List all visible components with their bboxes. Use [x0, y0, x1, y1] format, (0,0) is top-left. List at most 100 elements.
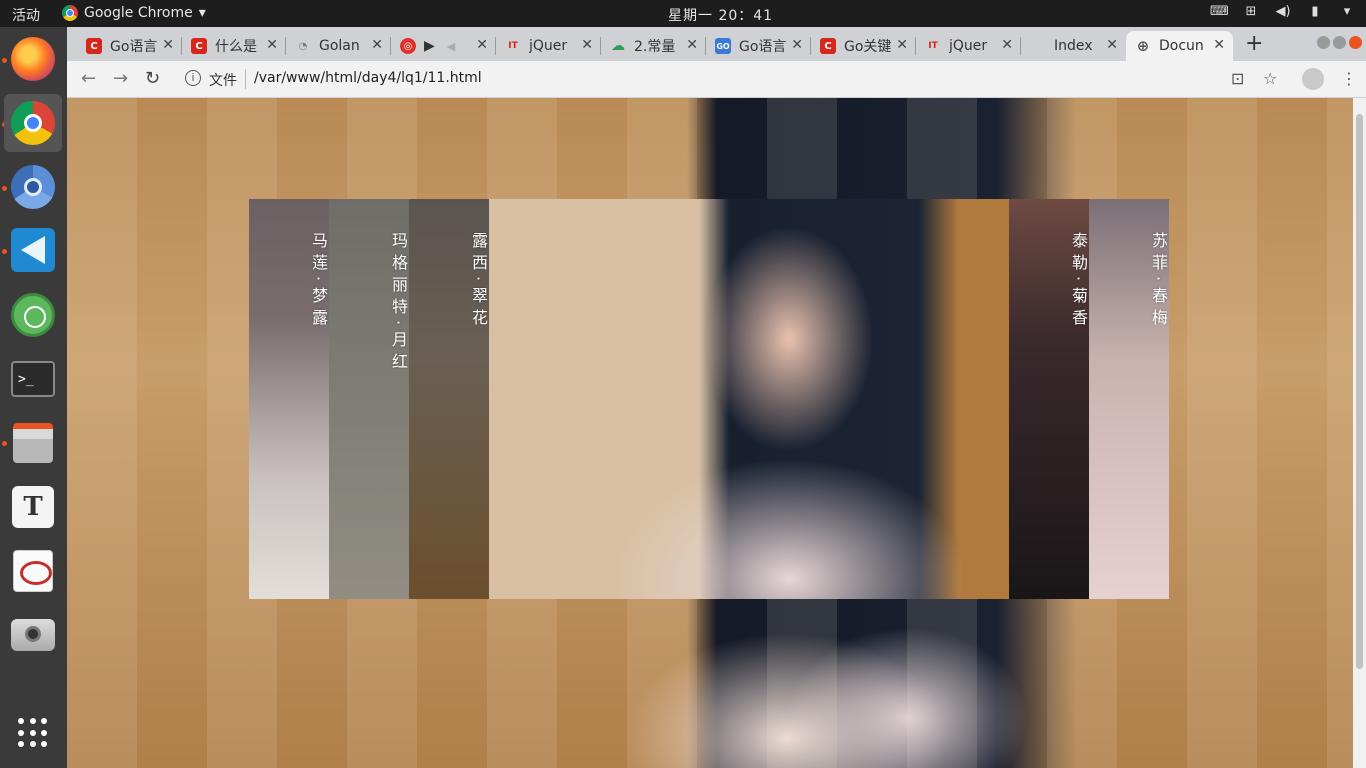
tab-title: Docun: [1159, 38, 1204, 54]
close-icon[interactable]: ✕: [1213, 37, 1225, 53]
vscode-icon: [11, 228, 55, 272]
close-icon[interactable]: ✕: [791, 37, 803, 53]
dock-item-chrome[interactable]: [4, 94, 62, 152]
tab-title: Go语言: [110, 39, 158, 55]
dock-item-text-editor[interactable]: T: [4, 478, 62, 536]
chrome-icon: [11, 101, 55, 145]
dock-item-firefox[interactable]: [4, 30, 62, 88]
accordion-gallery: 马莲·梦露 玛格丽特·月红 露西·翠花 泰勒·菊香 苏菲·春梅: [249, 199, 1169, 599]
audio-muted-icon[interactable]: ◀: [447, 40, 455, 53]
dock-item-vscode[interactable]: [4, 221, 62, 279]
forward-button[interactable]: →: [113, 68, 128, 89]
tab[interactable]: C 什么是 ✕: [182, 31, 286, 61]
show-apps-icon: [18, 718, 48, 748]
system-tray[interactable]: ⌨ ⊞ ◀) ▮ ▾: [1210, 4, 1356, 19]
gallery-panel[interactable]: 玛格丽特·月红: [329, 199, 409, 599]
bookmark-star-icon[interactable]: ☆: [1263, 69, 1277, 88]
battery-icon[interactable]: ▮: [1306, 4, 1324, 19]
panel-caption: 玛格丽特·月红: [389, 232, 408, 376]
tab-title: Golan: [319, 38, 360, 54]
tab-title: jQuer: [949, 38, 988, 54]
terminal-icon: >_: [11, 361, 55, 397]
scrollbar-thumb[interactable]: [1356, 114, 1363, 669]
back-button[interactable]: ←: [81, 68, 96, 89]
network-icon[interactable]: ⊞: [1242, 4, 1260, 19]
tab[interactable]: Index ✕: [1021, 31, 1126, 61]
page-background-image: 马莲·梦露 玛格丽特·月红 露西·翠花 泰勒·菊香 苏菲·春梅: [67, 98, 1353, 768]
browser-toolbar: ← → ↻ i 文件 /var/www/html/day4/lq1/11.htm…: [67, 61, 1366, 98]
close-window-button[interactable]: [1349, 36, 1362, 49]
panel-caption: 马莲·梦露: [309, 232, 328, 332]
maximize-button[interactable]: [1333, 36, 1346, 49]
gallery-panel-expanded[interactable]: [489, 199, 1009, 599]
close-icon[interactable]: ✕: [162, 37, 174, 53]
files-icon: [13, 423, 53, 463]
default-favicon-icon: [1030, 38, 1046, 54]
app-menu[interactable]: Google Chrome ▾: [62, 5, 206, 21]
dock-item-terminal[interactable]: >_: [4, 350, 62, 408]
info-icon[interactable]: i: [185, 70, 201, 86]
show-applications-button[interactable]: [4, 704, 62, 762]
tab[interactable]: ◔ Golan ✕: [286, 31, 391, 61]
text-editor-icon: T: [12, 486, 54, 528]
tab[interactable]: ◎ ▶ ◀ ✕: [391, 31, 496, 61]
clock[interactable]: 星期一 20：41: [668, 5, 773, 25]
tab-title: Go语言: [739, 39, 787, 55]
github-favicon-icon: ◔: [298, 40, 308, 52]
translate-icon[interactable]: ⊡: [1231, 69, 1244, 88]
gallery-panel[interactable]: 泰勒·菊香: [1009, 199, 1089, 599]
dock-item-pdf-reader[interactable]: [4, 542, 62, 600]
dock: >_ T: [0, 27, 67, 768]
ithome-favicon-icon: IT: [508, 41, 518, 51]
menu-icon[interactable]: ⋮: [1341, 69, 1357, 88]
tab[interactable]: IT jQuer ✕: [496, 31, 601, 61]
app-menu-label: Google Chrome: [84, 5, 193, 21]
close-icon[interactable]: ✕: [1001, 37, 1013, 53]
chrome-icon: [62, 5, 78, 21]
close-icon[interactable]: ✕: [686, 37, 698, 53]
dock-item-chromium[interactable]: [4, 158, 62, 216]
ithome-favicon-icon: IT: [928, 41, 938, 51]
csdn-favicon-icon: C: [86, 38, 102, 54]
gallery-panel[interactable]: 露西·翠花: [409, 199, 489, 599]
security-label: 文件: [209, 73, 237, 89]
close-icon[interactable]: ✕: [476, 37, 488, 53]
panel-caption: 苏菲·春梅: [1149, 232, 1168, 332]
netease-music-favicon-icon: ◎: [400, 38, 416, 54]
gallery-panel[interactable]: 马莲·梦露: [249, 199, 329, 599]
tab[interactable]: IT jQuer ✕: [916, 31, 1021, 61]
new-tab-button[interactable]: +: [1245, 31, 1263, 56]
gallery-panel[interactable]: 苏菲·春梅: [1089, 199, 1169, 599]
url-text[interactable]: /var/www/html/day4/lq1/11.html: [254, 70, 482, 86]
tab[interactable]: C Go语言 ✕: [77, 31, 182, 61]
minimize-button[interactable]: [1317, 36, 1330, 49]
close-icon[interactable]: ✕: [581, 37, 593, 53]
tab-active[interactable]: ⊕ Docun ✕: [1126, 31, 1233, 61]
csdn-favicon-icon: C: [191, 38, 207, 54]
tab-title: Go关键: [844, 39, 892, 55]
close-icon[interactable]: ✕: [266, 37, 278, 53]
tab[interactable]: ☁ 2.常量 ✕: [601, 31, 706, 61]
dock-item-files[interactable]: [4, 414, 62, 472]
keyboard-icon[interactable]: ⌨: [1210, 4, 1229, 19]
tab[interactable]: GO Go语言 ✕: [706, 31, 811, 61]
tab[interactable]: C Go关键 ✕: [811, 31, 916, 61]
chromium-icon: [11, 165, 55, 209]
activities-button[interactable]: 活动: [12, 5, 40, 25]
panel-caption: 泰勒·菊香: [1069, 232, 1088, 332]
power-menu-icon[interactable]: ▾: [1338, 4, 1356, 19]
volume-icon[interactable]: ◀): [1274, 4, 1292, 19]
vertical-scrollbar[interactable]: [1353, 98, 1366, 768]
close-icon[interactable]: ✕: [371, 37, 383, 53]
csdn-favicon-icon: C: [820, 38, 836, 54]
tab-title: 2.常量: [634, 39, 676, 55]
reload-button[interactable]: ↻: [145, 68, 160, 89]
close-icon[interactable]: ✕: [896, 37, 908, 53]
pdf-reader-icon: [13, 550, 53, 592]
profile-avatar[interactable]: [1302, 68, 1324, 90]
dock-item-camera[interactable]: [4, 606, 62, 664]
tab-strip: C Go语言 ✕ C 什么是 ✕ ◔ Golan ✕ ◎ ▶ ◀ ✕ IT jQ…: [67, 27, 1366, 61]
chevron-down-icon: ▾: [198, 5, 206, 21]
dock-item-atom[interactable]: [4, 286, 62, 344]
close-icon[interactable]: ✕: [1106, 37, 1118, 53]
